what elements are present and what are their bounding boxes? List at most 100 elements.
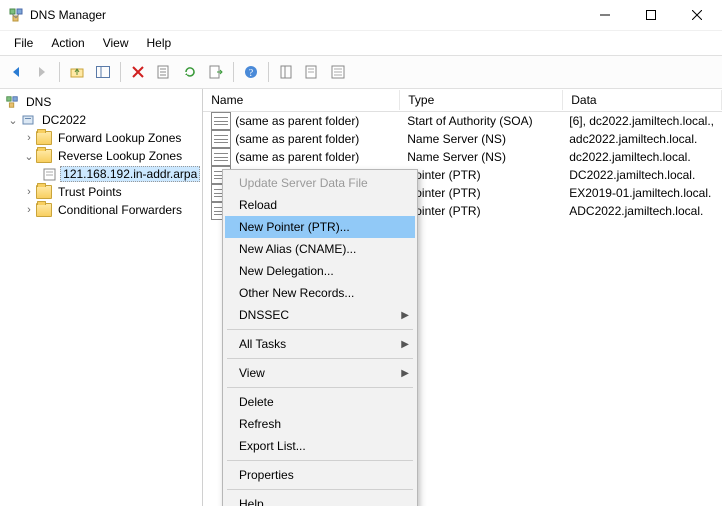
cell-data: ADC2022.jamiltech.local. bbox=[561, 203, 722, 219]
cell-type: Pointer (PTR) bbox=[399, 185, 561, 201]
menu-separator bbox=[227, 489, 413, 490]
close-button[interactable] bbox=[674, 0, 720, 30]
maximize-button[interactable] bbox=[628, 0, 674, 30]
new-record-button[interactable] bbox=[300, 60, 324, 84]
table-row[interactable]: (same as parent folder) Name Server (NS)a… bbox=[203, 130, 722, 148]
delete-button[interactable] bbox=[126, 60, 150, 84]
menu-file[interactable]: File bbox=[6, 34, 41, 52]
menu-separator bbox=[227, 387, 413, 388]
export-button[interactable] bbox=[204, 60, 228, 84]
context-menu-item[interactable]: All Tasks▶ bbox=[225, 333, 415, 355]
toolbar: ? bbox=[0, 55, 722, 89]
context-menu: Update Server Data FileReloadNew Pointer… bbox=[222, 169, 418, 506]
context-menu-item[interactable]: Other New Records... bbox=[225, 282, 415, 304]
folder-icon bbox=[36, 202, 52, 218]
tree-forward-zones[interactable]: › Forward Lookup Zones bbox=[0, 129, 202, 147]
back-button[interactable] bbox=[4, 60, 28, 84]
toolbar-separator bbox=[59, 62, 60, 82]
filter-button[interactable] bbox=[274, 60, 298, 84]
column-type[interactable]: Type bbox=[400, 90, 563, 110]
menu-help[interactable]: Help bbox=[139, 34, 180, 52]
record-icon bbox=[211, 112, 231, 130]
context-menu-item[interactable]: Help bbox=[225, 493, 415, 506]
context-menu-item[interactable]: Refresh bbox=[225, 413, 415, 435]
expand-icon[interactable]: › bbox=[22, 132, 36, 144]
cell-data: DC2022.jamiltech.local. bbox=[561, 167, 722, 183]
context-menu-item[interactable]: New Delegation... bbox=[225, 260, 415, 282]
context-menu-item[interactable]: New Pointer (PTR)... bbox=[225, 216, 415, 238]
context-menu-item[interactable]: View▶ bbox=[225, 362, 415, 384]
cell-type: Name Server (NS) bbox=[399, 149, 561, 165]
toolbar-separator bbox=[120, 62, 121, 82]
cell-name: (same as parent folder) bbox=[203, 111, 399, 131]
window-title: DNS Manager bbox=[30, 8, 106, 22]
expand-icon[interactable]: › bbox=[22, 186, 36, 198]
show-hide-tree-button[interactable] bbox=[91, 60, 115, 84]
new-zone-button[interactable] bbox=[326, 60, 350, 84]
tree-label: Trust Points bbox=[55, 185, 125, 199]
tree-label: DC2022 bbox=[39, 113, 89, 127]
menu-separator bbox=[227, 329, 413, 330]
context-menu-item[interactable]: Delete bbox=[225, 391, 415, 413]
folder-icon bbox=[36, 148, 52, 164]
cell-type: Start of Authority (SOA) bbox=[399, 113, 561, 129]
dns-icon bbox=[4, 94, 20, 110]
scope-tree[interactable]: DNS ⌄ DC2022 › Forward Lookup Zones ⌄ Re… bbox=[0, 89, 203, 506]
table-row[interactable]: (same as parent folder)Start of Authorit… bbox=[203, 112, 722, 130]
toolbar-separator bbox=[268, 62, 269, 82]
record-icon bbox=[211, 148, 231, 166]
expand-icon[interactable]: ⌄ bbox=[22, 150, 36, 163]
context-menu-item[interactable]: Reload bbox=[225, 194, 415, 216]
toolbar-separator bbox=[233, 62, 234, 82]
column-data[interactable]: Data bbox=[563, 90, 722, 110]
context-menu-item[interactable]: Properties bbox=[225, 464, 415, 486]
menu-view[interactable]: View bbox=[95, 34, 137, 52]
column-name[interactable]: Name bbox=[203, 90, 400, 110]
tree-label: 121.168.192.in-addr.arpa bbox=[60, 166, 200, 182]
help-button[interactable]: ? bbox=[239, 60, 263, 84]
record-icon bbox=[211, 130, 231, 148]
tree-server[interactable]: ⌄ DC2022 bbox=[0, 111, 202, 129]
tree-label: Forward Lookup Zones bbox=[55, 131, 184, 145]
tree-conditional-forwarders[interactable]: › Conditional Forwarders bbox=[0, 201, 202, 219]
menu-separator bbox=[227, 358, 413, 359]
cell-name: (same as parent folder) bbox=[203, 147, 399, 167]
content-area: DNS ⌄ DC2022 › Forward Lookup Zones ⌄ Re… bbox=[0, 89, 722, 506]
submenu-arrow-icon: ▶ bbox=[401, 310, 409, 321]
context-menu-item: Update Server Data File bbox=[225, 172, 415, 194]
folder-icon bbox=[36, 184, 52, 200]
cell-type: Pointer (PTR) bbox=[399, 167, 561, 183]
cell-name: (same as parent folder) bbox=[203, 129, 399, 149]
tree-root-dns[interactable]: DNS bbox=[0, 93, 202, 111]
cell-data: adc2022.jamiltech.local. bbox=[561, 131, 722, 147]
menu-action[interactable]: Action bbox=[43, 34, 92, 52]
properties-icon[interactable] bbox=[152, 60, 176, 84]
tree-reverse-zones[interactable]: ⌄ Reverse Lookup Zones bbox=[0, 147, 202, 165]
expand-icon[interactable]: › bbox=[22, 204, 36, 216]
cell-data: [6], dc2022.jamiltech.local., bbox=[561, 113, 722, 129]
tree-label: Conditional Forwarders bbox=[55, 203, 185, 217]
context-menu-item[interactable]: Export List... bbox=[225, 435, 415, 457]
cell-type: Name Server (NS) bbox=[399, 131, 561, 147]
zone-icon bbox=[43, 166, 57, 182]
menu-bar: File Action View Help bbox=[0, 30, 722, 55]
tree-reverse-zone-item[interactable]: › 121.168.192.in-addr.arpa bbox=[0, 165, 202, 183]
menu-separator bbox=[227, 460, 413, 461]
expand-icon[interactable]: ⌄ bbox=[6, 114, 20, 127]
server-icon bbox=[20, 112, 36, 128]
up-button[interactable] bbox=[65, 60, 89, 84]
cell-text: (same as parent folder) bbox=[235, 132, 359, 146]
cell-type: Pointer (PTR) bbox=[399, 203, 561, 219]
refresh-button[interactable] bbox=[178, 60, 202, 84]
cell-text: (same as parent folder) bbox=[235, 150, 359, 164]
app-icon bbox=[8, 7, 24, 23]
context-menu-item[interactable]: DNSSEC▶ bbox=[225, 304, 415, 326]
forward-button[interactable] bbox=[30, 60, 54, 84]
context-menu-item[interactable]: New Alias (CNAME)... bbox=[225, 238, 415, 260]
submenu-arrow-icon: ▶ bbox=[401, 339, 409, 350]
cell-data: dc2022.jamiltech.local. bbox=[561, 149, 722, 165]
minimize-button[interactable] bbox=[582, 0, 628, 30]
svg-text:?: ? bbox=[249, 68, 254, 79]
tree-trust-points[interactable]: › Trust Points bbox=[0, 183, 202, 201]
table-row[interactable]: (same as parent folder) Name Server (NS)d… bbox=[203, 148, 722, 166]
